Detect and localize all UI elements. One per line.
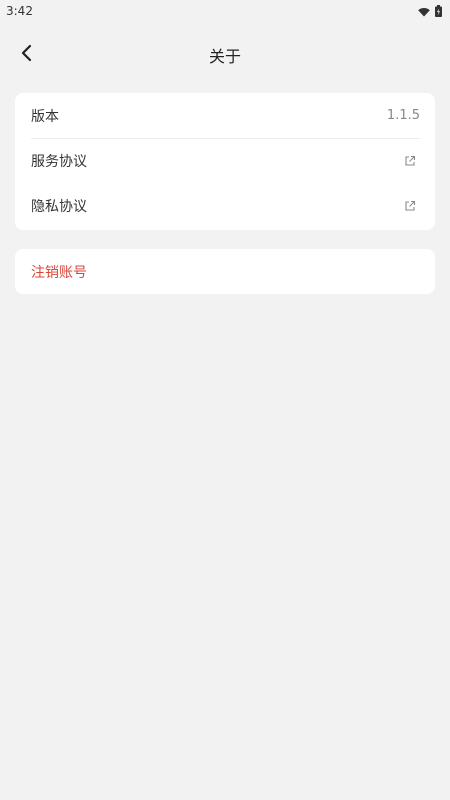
wifi-icon [418,2,430,21]
battery-icon [435,2,442,21]
external-link-icon [404,200,416,212]
about-card: 版本 1.1.5 服务协议 隐私协议 [15,93,435,230]
version-value: 1.1.5 [386,108,420,123]
service-agreement-label: 服务协议 [31,153,87,170]
delete-account-card: 注销账号 [15,249,435,294]
delete-account-label: 注销账号 [31,264,87,281]
delete-account-button[interactable]: 注销账号 [15,249,435,294]
app-bar: 关于 [0,30,450,80]
page-title: 关于 [208,47,241,66]
chevron-left-icon [20,44,34,66]
version-label: 版本 [31,108,59,125]
service-agreement-row[interactable]: 服务协议 [15,138,435,183]
status-icons [418,2,442,21]
version-row: 版本 1.1.5 [15,93,435,138]
privacy-agreement-label: 隐私协议 [31,198,87,215]
privacy-agreement-row[interactable]: 隐私协议 [15,183,435,228]
status-time: 3:42 [6,4,33,18]
back-button[interactable] [14,42,40,68]
status-bar: 3:42 [0,0,450,22]
external-link-icon [404,155,416,167]
